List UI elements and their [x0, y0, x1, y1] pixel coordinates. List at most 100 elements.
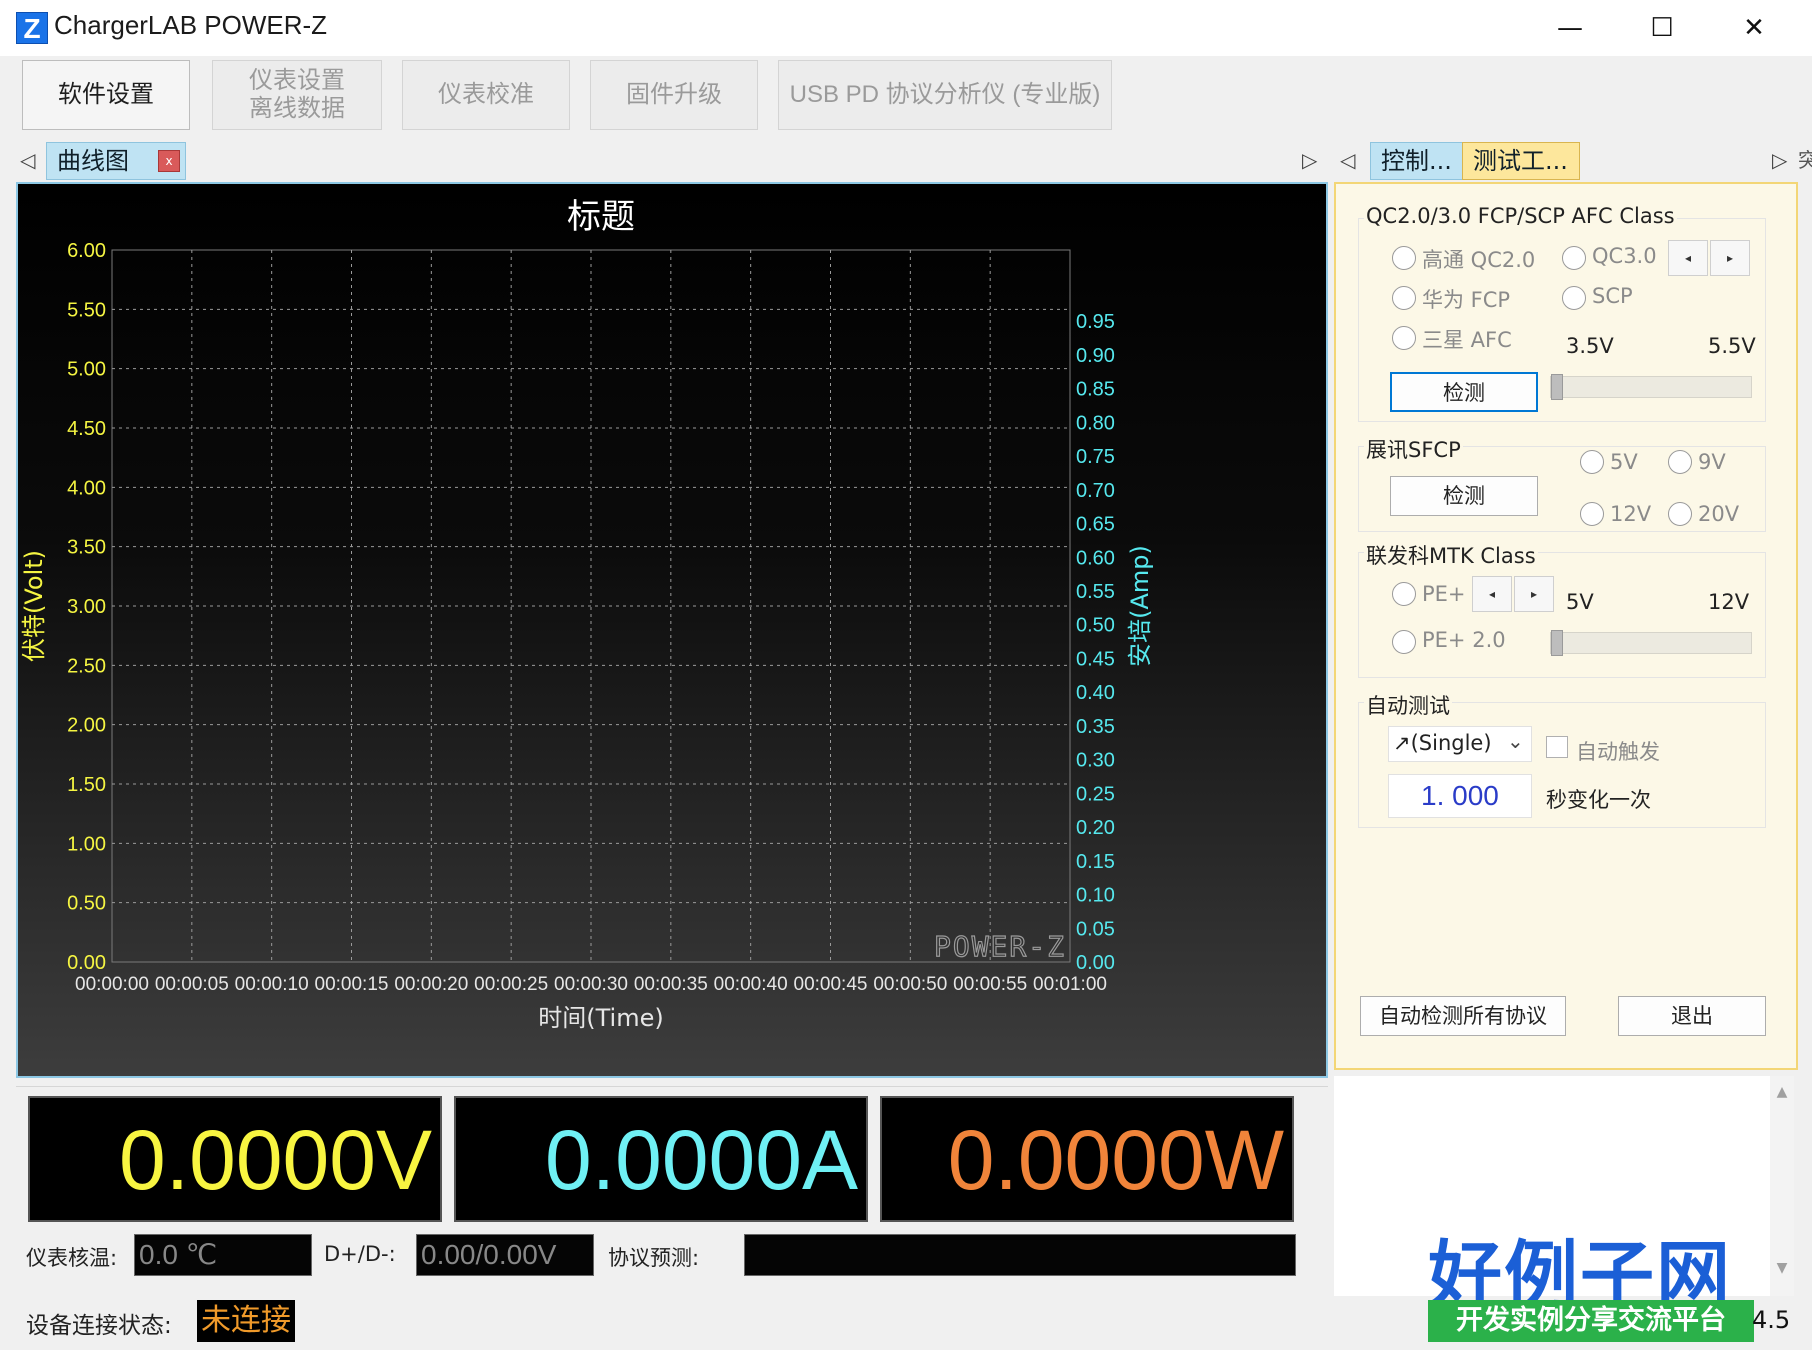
dpdm-value: 0.00/0.00V: [416, 1234, 594, 1276]
tab-scroll-right-icon[interactable]: ▷: [1302, 148, 1317, 172]
x-tick-label: 00:00:40: [714, 974, 788, 995]
minimize-button[interactable]: —: [1530, 6, 1610, 50]
y2-tick-label: 0.10: [1076, 885, 1115, 907]
y2-tick-label: 0.60: [1076, 547, 1115, 569]
y2-tick-label: 0.50: [1076, 615, 1115, 637]
qc-voltage-slider[interactable]: [1550, 374, 1752, 400]
chart-watermark-logo: POWER-Z: [934, 930, 1066, 963]
right-tab-scroll-left-icon[interactable]: ◁: [1340, 148, 1355, 172]
log-scrollbar[interactable]: ▲ ▼: [1770, 1076, 1794, 1296]
sfcp-12v-radio[interactable]: [1580, 502, 1604, 526]
scroll-up-icon[interactable]: ▲: [1770, 1084, 1794, 1100]
mtk-spin-left-button[interactable]: ◂: [1472, 576, 1512, 612]
scp-radio[interactable]: [1562, 286, 1586, 310]
qc-spin-right-button[interactable]: ▸: [1710, 240, 1750, 276]
chart-panel: 0.00 0.50 1.00 1.50 2.00 2.50 3.00 3.50 4.00 4.50…: [16, 182, 1328, 1078]
qc20-label: 高通 QC2.0: [1422, 248, 1536, 272]
qc-group-title: QC2.0/3.0 FCP/SCP AFC Class: [1364, 204, 1677, 228]
x-tick-label: 00:00:30: [554, 974, 628, 995]
auto-detect-all-button[interactable]: 自动检测所有协议: [1360, 996, 1566, 1036]
close-button[interactable]: ✕: [1714, 6, 1794, 50]
y2-tick-label: 0.95: [1076, 311, 1115, 333]
y-tick-label: 6.00: [67, 240, 106, 262]
mtk-slider-thumb[interactable]: [1551, 630, 1563, 656]
pe-plus-radio[interactable]: [1392, 582, 1416, 606]
qc-vmax-label: 5.5V: [1708, 334, 1756, 358]
qc30-radio[interactable]: [1562, 246, 1586, 270]
offline-data-label: 离线数据: [249, 95, 345, 122]
window-title: ChargerLAB POWER-Z: [54, 10, 328, 40]
version-label: 4.5: [1752, 1306, 1791, 1334]
qc-slider-thumb[interactable]: [1551, 374, 1563, 400]
y-tick-label: 2.50: [67, 655, 106, 677]
tab-scroll-left-icon[interactable]: ◁: [20, 148, 35, 172]
site-watermark: 好例子网 开发实例分享交流平台: [1428, 1216, 1754, 1348]
tab-test-tools[interactable]: 测试工...: [1462, 142, 1580, 180]
software-settings-button[interactable]: 软件设置: [22, 60, 190, 130]
y-tick-label: 2.00: [67, 715, 106, 737]
voltage-readout: 0.0000V: [28, 1096, 442, 1222]
y-tick-label: 3.50: [67, 537, 106, 559]
meter-settings-offline-button[interactable]: 仪表设置 离线数据: [212, 60, 382, 130]
tab-control[interactable]: 控制...: [1370, 142, 1466, 180]
afc-radio[interactable]: [1392, 326, 1416, 350]
watermark-subtitle: 开发实例分享交流平台: [1428, 1300, 1754, 1342]
y-tick-label: 5.50: [67, 299, 106, 321]
interval-unit-label: 秒变化一次: [1546, 788, 1651, 812]
sfcp-20v-radio[interactable]: [1668, 502, 1692, 526]
y2-tick-label: 0.20: [1076, 817, 1115, 839]
x-tick-label: 00:00:55: [953, 974, 1027, 995]
x-tick-label: 00:00:25: [474, 974, 548, 995]
sfcp-9v-label: 9V: [1698, 450, 1726, 474]
protocol-predict-label: 协议预测:: [608, 1246, 700, 1270]
qc-detect-button[interactable]: 检测: [1390, 372, 1538, 412]
fcp-radio[interactable]: [1392, 286, 1416, 310]
connection-status-value: 未连接: [197, 1300, 295, 1342]
meter-calibration-button[interactable]: 仪表校准: [402, 60, 570, 130]
pe-plus2-radio[interactable]: [1392, 630, 1416, 654]
qc-vmin-label: 3.5V: [1566, 334, 1614, 358]
x-tick-label: 00:00:00: [75, 974, 149, 995]
y2-tick-label: 0.65: [1076, 514, 1115, 536]
fcp-label: 华为 FCP: [1422, 288, 1511, 312]
auto-test-mode-value: ↗(Single): [1393, 731, 1492, 755]
auto-test-mode-select[interactable]: ↗(Single) ⌄: [1388, 726, 1532, 762]
firmware-upgrade-button[interactable]: 固件升级: [590, 60, 758, 130]
scp-label: SCP: [1592, 284, 1633, 308]
x-tick-label: 00:00:15: [315, 974, 389, 995]
current-value: 0.0000A: [545, 1113, 858, 1207]
sfcp-5v-radio[interactable]: [1580, 450, 1604, 474]
y-tick-label: 4.00: [67, 477, 106, 499]
y2-tick-label: 0.85: [1076, 379, 1115, 401]
sfcp-20v-label: 20V: [1698, 502, 1740, 526]
y-tick-label: 5.00: [67, 359, 106, 381]
y2-tick-label: 0.05: [1076, 918, 1115, 940]
app-logo-icon: Z: [16, 12, 48, 44]
y-tick-label: 1.00: [67, 833, 106, 855]
tab-close-icon[interactable]: x: [158, 150, 180, 172]
sfcp-detect-button[interactable]: 检测: [1390, 476, 1538, 516]
mtk-spin-right-button[interactable]: ▸: [1514, 576, 1554, 612]
sfcp-9v-radio[interactable]: [1668, 450, 1692, 474]
mtk-voltage-slider[interactable]: [1550, 630, 1752, 656]
qc-spin-left-button[interactable]: ◂: [1668, 240, 1708, 276]
connection-status-label: 设备连接状态:: [26, 1313, 172, 1339]
afc-label: 三星 AFC: [1422, 328, 1512, 352]
y2-tick-label: 0.90: [1076, 345, 1115, 367]
x-tick-label: 00:00:10: [235, 974, 309, 995]
right-edge-label: 突: [1798, 148, 1812, 172]
right-tab-scroll-right-icon[interactable]: ▷: [1772, 148, 1787, 172]
auto-trigger-checkbox[interactable]: [1546, 736, 1568, 758]
interval-input[interactable]: 1. 000: [1388, 774, 1532, 818]
qc20-radio[interactable]: [1392, 246, 1416, 270]
y2-tick-label: 0.45: [1076, 648, 1115, 670]
usb-pd-analyzer-button[interactable]: USB PD 协议分析仪 (专业版): [778, 60, 1112, 130]
mtk-vmin-label: 5V: [1566, 590, 1594, 614]
chart-title: 标题: [567, 197, 635, 237]
maximize-button[interactable]: ☐: [1622, 6, 1702, 50]
sfcp-group-title: 展讯SFCP: [1364, 434, 1463, 464]
scroll-down-icon[interactable]: ▼: [1770, 1260, 1794, 1276]
exit-button[interactable]: 退出: [1618, 996, 1766, 1036]
sfcp-12v-label: 12V: [1610, 502, 1652, 526]
y2-tick-label: 0.70: [1076, 480, 1115, 502]
